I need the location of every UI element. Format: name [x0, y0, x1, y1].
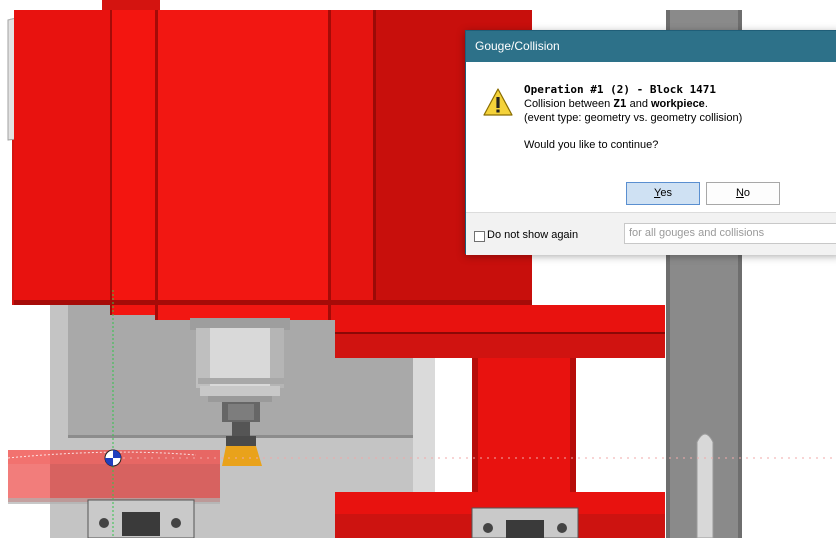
operation-line: Operation #1 (2) - Block 1471 [524, 83, 717, 96]
yes-button[interactable]: Yes [626, 182, 700, 205]
collision-object-2: workpiece [651, 98, 705, 110]
no-button[interactable]: No [706, 182, 780, 205]
do-not-show-label[interactable]: Do not show again [487, 229, 578, 241]
dialog-title: Gouge/Collision [466, 31, 836, 62]
continue-question: Would you like to continue? [524, 139, 659, 151]
collision-and: and [626, 98, 651, 110]
vise-clamp-right [471, 507, 579, 538]
workpiece-origin-icon [104, 449, 122, 467]
yes-label-rest: es [660, 187, 672, 199]
collision-object-1: Z1 [613, 97, 627, 110]
collision-line: Collision between Z1 and workpiece. [524, 97, 742, 111]
warning-icon [483, 88, 513, 116]
gouge-collision-dialog: Gouge/Collision Operation #1 (2) - Block… [465, 30, 836, 255]
spindle-head [12, 0, 532, 320]
do-not-show-checkbox[interactable] [474, 231, 485, 242]
collision-suffix: . [704, 98, 708, 110]
no-mnemonic: N [735, 187, 744, 199]
no-label-rest: o [743, 187, 751, 199]
vise-clamp-left [87, 499, 195, 538]
cutting-tool [222, 446, 262, 466]
event-type-line: (event type: geometry vs. geometry colli… [524, 112, 743, 124]
collision-prefix: Collision between [524, 98, 614, 110]
scope-dropdown[interactable]: for all gouges and collisions [624, 223, 836, 244]
dialog-footer: Do not show again for all gouges and col… [466, 212, 836, 255]
collision-message: Operation #1 (2) - Block 1471 Collision … [524, 83, 742, 125]
